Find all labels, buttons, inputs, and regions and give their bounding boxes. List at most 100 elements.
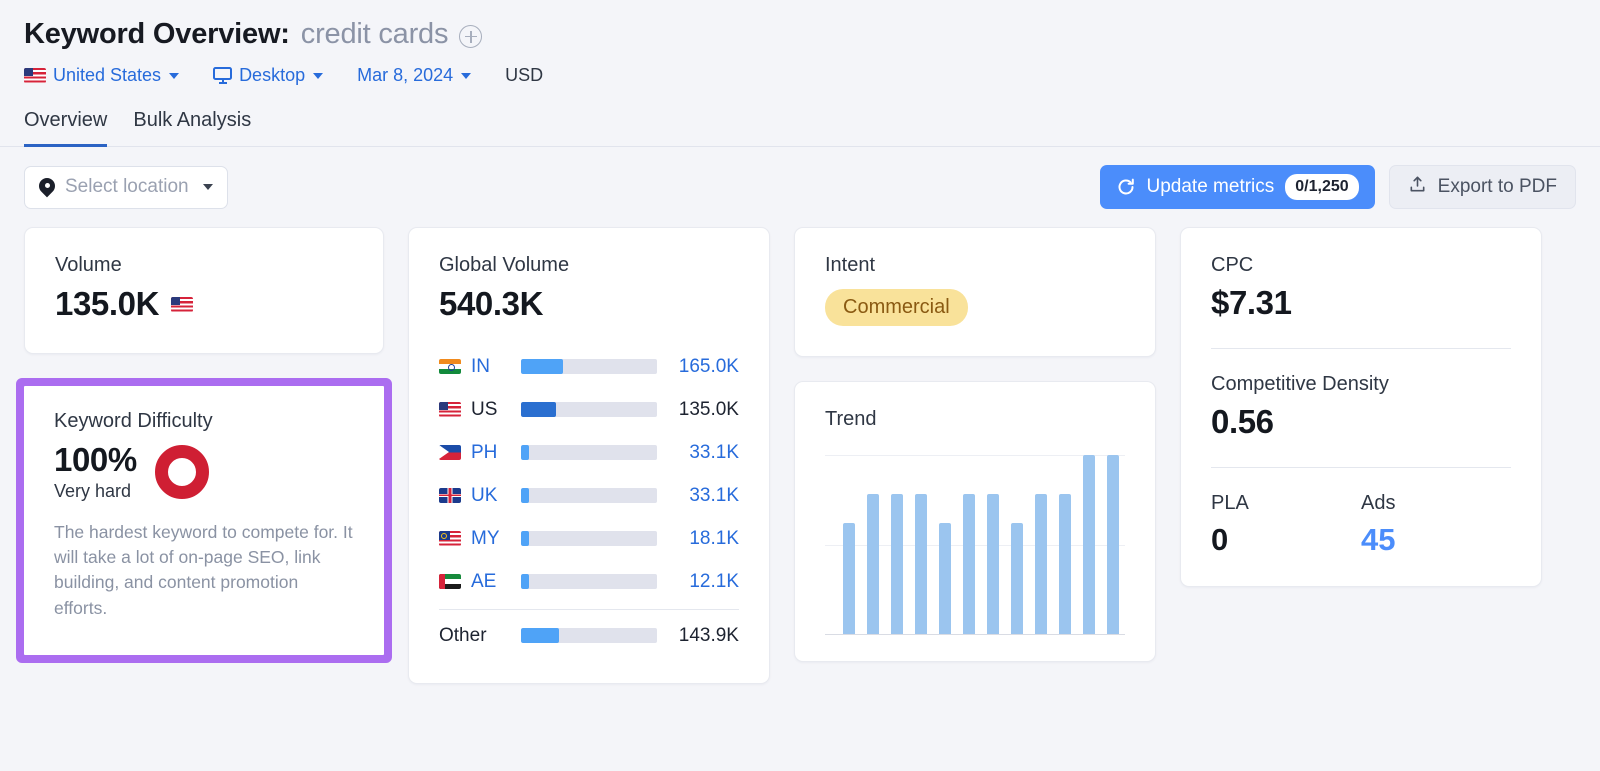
pla-block: PLA 0 (1211, 492, 1361, 558)
global-volume-row: UK 33.1K (439, 474, 739, 517)
kd-value: 100% (54, 441, 137, 478)
cpc-value: $7.31 (1211, 284, 1292, 321)
trend-bar[interactable] (915, 494, 927, 634)
volume-card: Volume 135.0K (24, 227, 384, 354)
global-volume-row: PH 33.1K (439, 431, 739, 474)
trend-bar[interactable] (1035, 494, 1047, 634)
chevron-down-icon (169, 72, 180, 79)
volume-value: 135.0K (55, 285, 160, 322)
volume-bar (521, 359, 657, 374)
trend-bar[interactable] (987, 494, 999, 634)
us-flag-icon (24, 68, 46, 83)
country-volume-value[interactable]: 18.1K (667, 528, 739, 550)
trend-bar[interactable] (867, 494, 879, 634)
country-code[interactable]: AE (471, 571, 511, 593)
volume-bar (521, 445, 657, 460)
country-volume-value[interactable]: 33.1K (667, 485, 739, 507)
country-selector[interactable]: United States (24, 65, 180, 86)
global-volume-row: AE 12.1K (439, 560, 739, 603)
volume-bar (521, 488, 657, 503)
country-code[interactable]: PH (471, 442, 511, 464)
toolbar: Select location Update metrics 0/1,250 E… (0, 147, 1600, 209)
trend-bar[interactable] (963, 494, 975, 634)
country-volume-value[interactable]: 12.1K (667, 571, 739, 593)
keyword-difficulty-highlight: Keyword Difficulty 100% Very hard The ha… (16, 378, 392, 663)
global-volume-row: US 135.0K (439, 388, 739, 431)
other-volume-value: 143.9K (678, 624, 739, 646)
kd-label: Keyword Difficulty (54, 410, 213, 432)
trend-bars (843, 455, 1119, 634)
divider (439, 609, 739, 610)
column-cpc: CPC $7.31 Competitive Density 0.56 PLA 0… (1180, 227, 1542, 587)
metrics-grid: Volume 135.0K Keyword Difficulty 100% Ve… (0, 209, 1600, 684)
trend-label: Trend (825, 408, 877, 430)
cpc-label: CPC (1211, 254, 1254, 276)
meta-filters: United States Desktop Mar 8, 2024 USD (24, 65, 1576, 86)
country-volume-value[interactable]: 165.0K (667, 356, 739, 378)
divider (1211, 348, 1511, 349)
pla-label: PLA (1211, 492, 1249, 514)
pla-value: 0 (1211, 522, 1229, 557)
uk-flag-icon (439, 488, 461, 503)
ads-value[interactable]: 45 (1361, 522, 1511, 558)
cpc-card: CPC $7.31 Competitive Density 0.56 PLA 0… (1180, 227, 1542, 587)
global-volume-row: MY 18.1K (439, 517, 739, 560)
export-pdf-label: Export to PDF (1437, 176, 1557, 197)
ph-flag-icon (439, 445, 461, 460)
country-code[interactable]: IN (471, 356, 511, 378)
column-intent-trend: Intent Commercial Trend (794, 227, 1156, 662)
trend-bar[interactable] (1107, 455, 1119, 634)
upload-icon (1408, 175, 1427, 200)
tab-overview[interactable]: Overview (24, 109, 108, 147)
trend-bar[interactable] (1059, 494, 1071, 634)
location-placeholder: Select location (65, 176, 189, 197)
volume-label: Volume (55, 254, 122, 276)
volume-bar (521, 628, 657, 643)
country-volume-value: 135.0K (678, 398, 739, 420)
volume-bar (521, 531, 657, 546)
volume-bar (521, 402, 657, 417)
refresh-icon (1116, 177, 1136, 197)
update-metrics-button[interactable]: Update metrics 0/1,250 (1099, 165, 1375, 209)
country-label: United States (53, 65, 162, 85)
intent-badge[interactable]: Commercial (825, 289, 968, 326)
trend-bar[interactable] (1011, 522, 1023, 634)
kd-donut-gauge (154, 444, 209, 499)
device-selector[interactable]: Desktop (213, 65, 324, 86)
export-pdf-button[interactable]: Export to PDF (1388, 165, 1576, 209)
country-code[interactable]: MY (471, 528, 511, 550)
date-selector[interactable]: Mar 8, 2024 (357, 65, 472, 86)
chevron-down-icon (313, 72, 324, 79)
global-volume-list: IN 165.0K US 135.0K PH 33.1K UK 33.1K MY 18.1K AE 1… (439, 345, 739, 657)
keyword-text: credit cards (300, 18, 449, 50)
location-selector[interactable]: Select location (24, 165, 228, 209)
tab-bulk-analysis[interactable]: Bulk Analysis (133, 109, 251, 147)
competitive-density-label: Competitive Density (1211, 373, 1389, 395)
other-label: Other (439, 624, 487, 646)
keyword-difficulty-card: Keyword Difficulty 100% Very hard The ha… (24, 386, 384, 655)
trend-chart (825, 455, 1125, 635)
us-flag-icon (171, 296, 194, 312)
tab-bar: Overview Bulk Analysis (0, 108, 1600, 147)
kd-rating: Very hard (54, 481, 132, 501)
volume-bar (521, 574, 657, 589)
intent-card: Intent Commercial (794, 227, 1156, 357)
intent-label: Intent (825, 254, 876, 276)
trend-bar[interactable] (891, 494, 903, 634)
chevron-down-icon (461, 72, 472, 79)
in-flag-icon (439, 359, 461, 374)
column-left: Volume 135.0K Keyword Difficulty 100% Ve… (16, 227, 392, 663)
add-keyword-icon[interactable] (459, 25, 483, 48)
currency-label: USD (505, 65, 544, 85)
global-volume-label: Global Volume (439, 254, 570, 276)
country-volume-value[interactable]: 33.1K (667, 442, 739, 464)
my-flag-icon (439, 531, 461, 546)
country-code[interactable]: UK (471, 485, 511, 507)
us-flag-icon (439, 402, 461, 417)
page-header: Keyword Overview: credit cards United St… (0, 0, 1600, 86)
ae-flag-icon (439, 574, 461, 589)
ads-block: Ads 45 (1361, 492, 1511, 558)
trend-bar[interactable] (843, 522, 855, 634)
trend-bar[interactable] (939, 522, 951, 634)
trend-bar[interactable] (1083, 455, 1095, 634)
